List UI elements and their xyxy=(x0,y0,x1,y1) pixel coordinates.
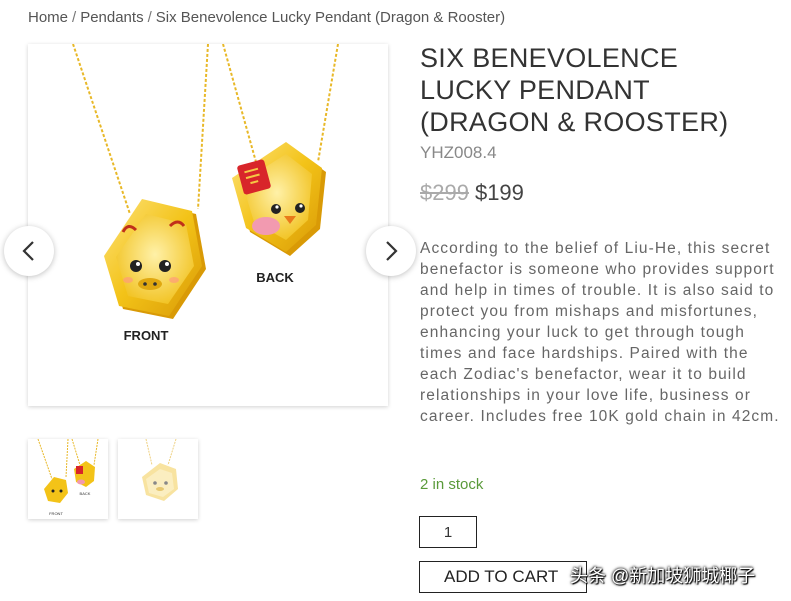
product-price: $299 $199 xyxy=(420,180,524,206)
front-label: FRONT xyxy=(124,328,169,343)
quantity-input[interactable] xyxy=(419,516,477,548)
thumbnail-closeup[interactable] xyxy=(118,439,198,519)
stock-status: 2 in stock xyxy=(420,476,484,493)
product-gallery: FRONT BACK xyxy=(4,44,416,406)
front-pendant xyxy=(104,199,206,319)
original-price: $299 xyxy=(420,180,469,205)
breadcrumb-home-link[interactable]: Home xyxy=(28,9,68,26)
product-description: According to the belief of Liu-He, this … xyxy=(420,240,780,425)
watermark: 头条 @新加坡狮城椰子 xyxy=(570,566,756,586)
chevron-right-icon xyxy=(386,241,398,261)
add-to-cart-button[interactable]: ADD TO CART xyxy=(419,561,587,593)
breadcrumb-current: Six Benevolence Lucky Pendant (Dragon & … xyxy=(155,9,506,26)
sale-price: $199 xyxy=(474,180,524,205)
gallery-prev-button[interactable] xyxy=(4,226,54,276)
back-label: BACK xyxy=(256,270,294,285)
breadcrumb-separator: / xyxy=(147,9,152,26)
breadcrumb: Home / Pendants / Six Benevolence Lucky Pend… xyxy=(28,9,505,26)
chevron-left-icon xyxy=(22,241,34,261)
product-title: SIX BENEVOLENCE LUCKY PENDANT (DRAGON & … xyxy=(420,43,729,137)
svg-text:BACK: BACK xyxy=(80,491,91,496)
gallery-thumbnails: FRONT BACK xyxy=(28,439,198,519)
svg-text:FRONT: FRONT xyxy=(49,511,63,516)
product-main-image[interactable]: FRONT BACK xyxy=(28,44,388,406)
back-pendant xyxy=(232,142,326,256)
breadcrumb-separator: / xyxy=(72,9,77,26)
thumbnail-front-back[interactable]: FRONT BACK xyxy=(28,439,108,519)
gallery-next-button[interactable] xyxy=(366,226,416,276)
product-sku: YHZ008.4 xyxy=(420,143,497,162)
breadcrumb-pendants-link[interactable]: Pendants xyxy=(80,9,143,26)
